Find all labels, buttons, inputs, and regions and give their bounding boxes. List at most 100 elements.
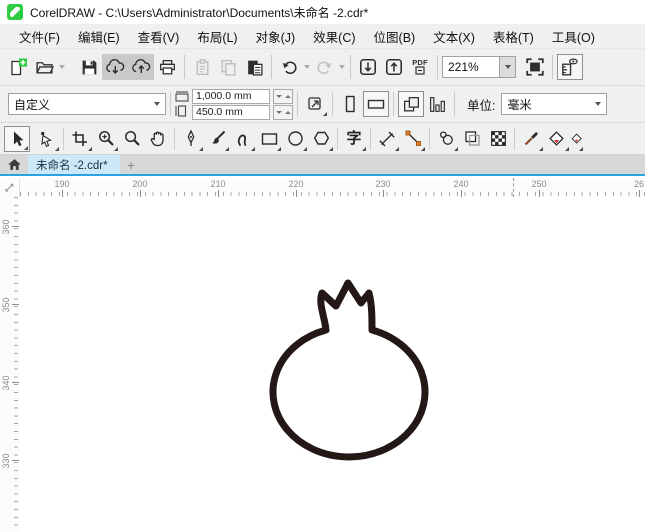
- ellipse-tool[interactable]: [282, 126, 308, 152]
- smart-fill-tool[interactable]: [570, 126, 584, 152]
- zoom-level-dropdown[interactable]: [499, 57, 515, 77]
- h-ruler-label: 230: [372, 179, 394, 197]
- export-button[interactable]: [381, 54, 407, 80]
- paste-special-button: [189, 54, 215, 80]
- fill-diamond-icon: [549, 130, 564, 146]
- pattern-fill-tool[interactable]: [485, 126, 511, 152]
- import-icon: [360, 59, 376, 75]
- open-button[interactable]: [31, 54, 57, 80]
- copy-icon: [220, 59, 236, 76]
- cloud-upload-button[interactable]: [128, 54, 154, 80]
- rectangle-tool[interactable]: [256, 126, 282, 152]
- crop-tool[interactable]: [67, 126, 93, 152]
- zoom-tool[interactable]: [119, 126, 145, 152]
- save-icon: [82, 60, 96, 74]
- units-combo[interactable]: 毫米: [501, 93, 608, 115]
- import-button[interactable]: [355, 54, 381, 80]
- zoom-in-tool[interactable]: [93, 126, 119, 152]
- new-document-tab-button[interactable]: +: [120, 155, 142, 174]
- page-preset-dropdown[interactable]: [149, 94, 165, 114]
- page-boundary-marker: [513, 178, 514, 197]
- h-ruler-label: 26: [628, 179, 645, 197]
- landscape-icon: [367, 99, 385, 109]
- zoom-level-value[interactable]: 221%: [443, 60, 499, 74]
- print-button[interactable]: [154, 54, 180, 80]
- save-button[interactable]: [76, 54, 102, 80]
- portrait-orientation-button[interactable]: [337, 91, 363, 117]
- autofit-page-button[interactable]: [302, 91, 328, 117]
- all-pages-same-size-button[interactable]: [398, 91, 424, 117]
- current-page-size-button[interactable]: [424, 91, 450, 117]
- polygon-tool[interactable]: [308, 126, 334, 152]
- eyedropper-icon: [524, 132, 538, 146]
- bspline-tool[interactable]: [230, 126, 256, 152]
- pen-tool[interactable]: [178, 126, 204, 152]
- page-size-group: 1,000.0 mm 450.0 mm: [175, 88, 293, 120]
- undo-dropdown[interactable]: [302, 55, 311, 79]
- eyedropper-tool[interactable]: [518, 126, 544, 152]
- rectangle-icon: [261, 132, 277, 145]
- fill-diamond-icon-2: [571, 133, 582, 144]
- publish-to-pdf-button[interactable]: PDF: [407, 54, 433, 80]
- h-ruler-label: 190: [51, 179, 73, 197]
- new-document-button[interactable]: [5, 54, 31, 80]
- pomegranate-drawing[interactable]: [19, 197, 645, 532]
- coreldraw-window: CorelDRAW - C:\Users\Administrator\Docum…: [0, 0, 645, 532]
- ruler-origin[interactable]: [0, 178, 20, 197]
- dimension-tool[interactable]: [374, 126, 400, 152]
- pick-tool[interactable]: [4, 125, 30, 152]
- show-rulers-toggle[interactable]: [557, 54, 583, 80]
- menu-object[interactable]: 对象(J): [247, 24, 305, 49]
- vertical-ruler[interactable]: 360 350 340 330: [0, 197, 19, 532]
- drawing-canvas[interactable]: [19, 197, 645, 532]
- text-tool[interactable]: 字: [341, 126, 367, 152]
- ellipse-icon: [287, 131, 303, 146]
- page-width-field[interactable]: 1,000.0 mm: [192, 88, 270, 104]
- menu-view[interactable]: 查看(V): [129, 24, 189, 49]
- artistic-media-tool[interactable]: [204, 126, 230, 152]
- page-sizes-icon: [429, 96, 445, 112]
- shape-edit-icon: [41, 131, 52, 147]
- landscape-orientation-button[interactable]: [363, 91, 389, 117]
- page-preset-combo[interactable]: 自定义: [8, 93, 166, 115]
- v-ruler-label: 340: [1, 372, 11, 394]
- menu-layout[interactable]: 布局(L): [188, 24, 246, 49]
- page-height-field[interactable]: 450.0 mm: [192, 104, 270, 120]
- page-preset-value[interactable]: 自定义: [9, 96, 149, 113]
- page-width-spinner[interactable]: [273, 88, 293, 104]
- menu-table[interactable]: 表格(T): [484, 24, 543, 49]
- transparency-tool[interactable]: [459, 126, 485, 152]
- paste-button[interactable]: [241, 54, 267, 80]
- shape-tool[interactable]: [34, 126, 60, 152]
- separator: [370, 127, 371, 150]
- polygon-icon: [313, 131, 329, 145]
- page-height-spinner[interactable]: [273, 104, 293, 120]
- units-dropdown[interactable]: [590, 94, 606, 114]
- standard-toolbar: PDF 221%: [0, 48, 645, 85]
- menu-effects[interactable]: 效果(C): [304, 24, 364, 49]
- separator: [332, 92, 333, 116]
- menu-tools[interactable]: 工具(O): [543, 24, 604, 49]
- shadow-tool[interactable]: [433, 126, 459, 152]
- menu-file[interactable]: 文件(F): [10, 24, 69, 49]
- v-ruler-label: 330: [1, 450, 11, 472]
- horizontal-ruler[interactable]: 190 200 210 220 230 240 250 26: [20, 178, 645, 197]
- home-tab[interactable]: [0, 155, 28, 174]
- ruler-eye-icon: [562, 58, 578, 76]
- pan-tool[interactable]: [145, 126, 171, 152]
- hand-icon: [150, 131, 164, 146]
- cloud-download-button[interactable]: [102, 54, 128, 80]
- undo-button[interactable]: [276, 54, 302, 80]
- document-tab-active[interactable]: 未命名 -2.cdr*: [28, 155, 120, 174]
- open-dropdown[interactable]: [57, 55, 66, 79]
- menu-bitmaps[interactable]: 位图(B): [365, 24, 425, 49]
- zoom-level-combo[interactable]: 221%: [442, 56, 516, 78]
- separator: [429, 127, 430, 150]
- units-value[interactable]: 毫米: [502, 96, 590, 113]
- interactive-fill-tool[interactable]: [544, 126, 570, 152]
- connector-tool[interactable]: [400, 126, 426, 152]
- pick-arrow-icon: [14, 131, 24, 146]
- menu-edit[interactable]: 编辑(E): [69, 24, 129, 49]
- fullscreen-preview-button[interactable]: [522, 54, 548, 80]
- menu-text[interactable]: 文本(X): [424, 24, 484, 49]
